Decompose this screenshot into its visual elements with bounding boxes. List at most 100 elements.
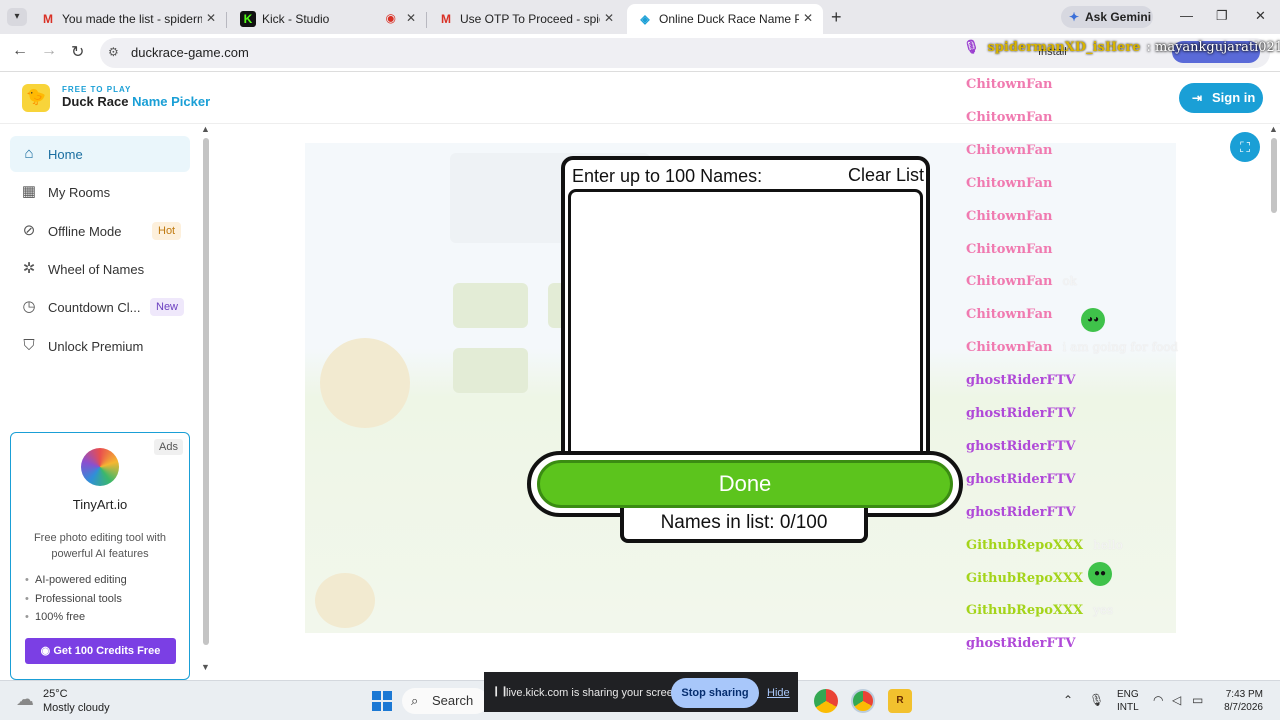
gemini-icon: ✦ [1069,10,1080,24]
kick-icon: K [240,11,256,27]
tab-gmail-list[interactable]: M You made the list - spidermanxd ✕ [30,4,227,34]
tab-duck-race[interactable]: ◈ Online Duck Race Name Picker ✕ [627,4,823,34]
names-count: Names in list: 0/100 [620,508,868,543]
close-icon[interactable]: ✕ [406,11,416,25]
weather-temp[interactable]: 25°C [43,688,68,700]
chat-text: yes [1093,603,1114,618]
duck-shape [320,338,410,428]
reload-icon[interactable]: ↻ [71,42,84,62]
sidebar-item-wheel-of-names[interactable]: ✲ Wheel of Names [10,251,190,287]
chat-message: ghostRiderFTV [966,632,1075,652]
search-icon: ⌕ [411,693,419,708]
fullscreen-icon[interactable]: ⛶ [1230,132,1260,162]
chrome-icon[interactable] [814,689,838,713]
lane-marker [453,283,528,328]
sidebar-item-unlock-premium[interactable]: ⛉ Unlock Premium [10,328,190,364]
close-icon[interactable]: ✕ [604,11,614,25]
ads-label: Ads [154,439,183,455]
window-close-icon[interactable]: ✕ [1255,8,1266,24]
site-info-icon[interactable]: ⚙ [108,45,119,59]
emote-icon: ●● [1088,562,1112,586]
brand-title[interactable]: Duck Race Name Picker [62,94,210,109]
back-icon[interactable]: ← [12,42,28,60]
sidebar-item-offline-mode[interactable]: ⊘ Offline Mode Hot [10,213,190,249]
chat-username: ghostRiderFTV [966,406,1076,421]
chat-message: ghostRiderFTV [966,468,1075,488]
taskbar-search[interactable]: ⌕ Search [402,688,488,714]
chrome-active-icon[interactable] [851,689,875,713]
clock[interactable]: 7:43 PM 8/7/2026 [1215,688,1263,714]
new-tab-button[interactable]: + [831,7,842,28]
ad-title: TinyArt.io [72,497,128,512]
duck-icon: ◈ [640,12,650,26]
duck-shape [315,573,375,628]
chat-message: ChitownFan i am going for food [966,336,1178,356]
page-scroll-up-icon[interactable]: ▲ [1269,124,1278,134]
chat-message: ChitownFan [966,238,1052,258]
clear-list-button[interactable]: Clear List [848,165,924,186]
chevron-up-icon[interactable]: ⌃ [1063,693,1073,707]
list-item: AI-powered editing [25,574,127,593]
battery-icon[interactable]: ▭ [1192,693,1203,707]
chat-username: ChitownFan [966,77,1053,92]
start-button[interactable] [372,691,392,711]
sidebar-item-my-rooms[interactable]: ▦ My Rooms [10,174,190,210]
chat-username: GithubRepoXXX [966,570,1084,586]
chat-username: ChitownFan [966,208,1053,224]
forward-icon[interactable]: → [41,42,57,60]
duck-logo-icon[interactable]: 🐤 [22,84,50,112]
tab-kick-studio[interactable]: K Kick - Studio ◉ ✕ [230,4,427,34]
tinyart-logo-icon [81,448,119,486]
hide-link[interactable]: Hide [767,687,790,699]
chat-message: ChitownFan ok [966,270,1077,290]
chat-message: ChitownFan [966,106,1052,126]
done-button[interactable]: Done [537,460,953,508]
emote-icon: ◕◕ [1081,308,1105,332]
tab-gmail-otp[interactable]: M Use OTP To Proceed - spiderman ✕ [428,4,624,34]
sign-in-button[interactable]: ⇥ Sign in [1179,83,1263,113]
grid-icon: ▦ [21,183,37,200]
volume-icon[interactable]: ◁ [1172,693,1181,707]
sidebar-item-countdown[interactable]: ◷ Countdown Cl... New [10,289,190,325]
chat-message: ghostRiderFTV [966,402,1075,422]
chat-username: ghostRiderFTV [966,438,1076,454]
chat-username: GithubRepoXXX [966,603,1084,619]
names-input[interactable] [568,189,923,457]
language-indicator[interactable]: ENG INTL [1117,688,1139,714]
microphone-icon[interactable]: 🎙 [1089,693,1104,707]
ad-description: Free photo editing tool with powerful AI… [33,532,167,560]
close-icon[interactable]: ✕ [803,11,813,25]
chat-message: ChitownFan [966,303,1052,323]
app-r-icon[interactable]: R [888,689,912,713]
sidebar-scroll-down-icon[interactable]: ▼ [201,662,210,672]
sidebar-item-home[interactable]: ⌂ Home [10,136,190,172]
maximize-icon[interactable]: ❐ [1216,8,1228,24]
sidebar-scrollbar[interactable] [203,138,209,645]
tab-search-button[interactable]: ▾ [7,8,27,26]
chat-username: ChitownFan [966,109,1053,125]
stop-sharing-button[interactable]: Stop sharing [671,678,759,708]
chat-username: ghostRiderFTV [966,373,1076,389]
lane-marker [453,348,528,393]
cloud-icon[interactable]: ☁ [16,689,34,710]
weather-condition[interactable]: Mostly cloudy [43,702,110,714]
get-credits-button[interactable]: ◉ Get 100 Credits Free [25,638,176,664]
ask-gemini-button[interactable]: ✦ Ask Gemini [1061,6,1153,28]
site-header: 🐤 FREE TO PLAY Duck Race Name Picker [0,72,1280,124]
ad-card[interactable]: Ads TinyArt.io Free photo editing tool w… [10,432,190,680]
tab-strip: ▾ M You made the list - spidermanxd ✕ K … [0,0,1280,34]
sidebar-scroll-up-icon[interactable]: ▲ [201,124,210,134]
page-scrollbar[interactable] [1271,138,1277,213]
hot-badge: Hot [152,222,182,240]
screen-share-bar: ❙❙ live.kick.com is sharing your screen.… [484,672,798,712]
chat-username: ChitownFan [966,274,1053,290]
chat-text: ok [1062,274,1077,289]
dialog-title: Enter up to 100 Names: [572,166,763,186]
chat-text: i am going for food [1062,340,1179,355]
minimize-icon[interactable]: — [1180,8,1193,23]
chat-message: ChitownFan [966,172,1052,192]
wifi-icon[interactable]: ◠ [1153,693,1163,707]
chat-username: ChitownFan [966,175,1053,191]
chat-username: ghostRiderFTV [966,471,1076,487]
close-icon[interactable]: ✕ [206,11,216,25]
